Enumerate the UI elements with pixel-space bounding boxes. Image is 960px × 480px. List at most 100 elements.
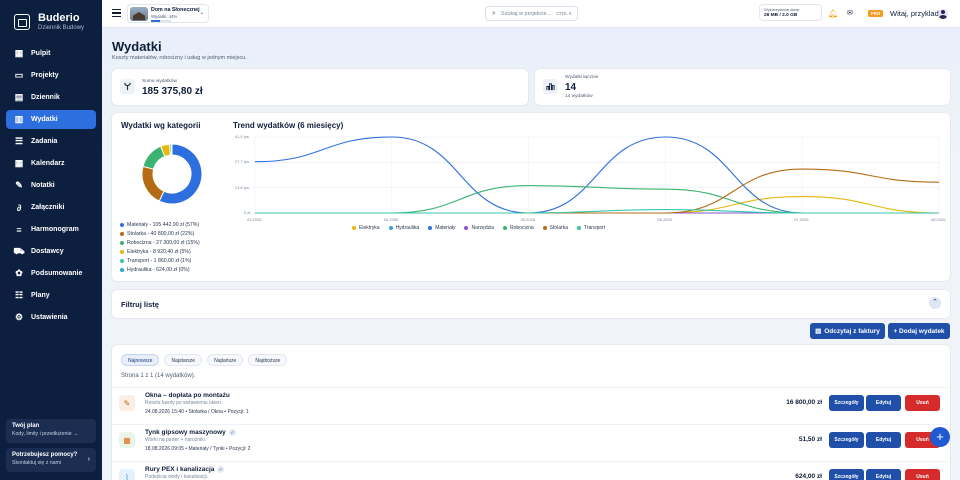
category-legend-label: Stolarka - 40 800,00 zł (22%) — [127, 231, 195, 237]
sort-tab-0[interactable]: Najnowsze — [121, 354, 160, 366]
search-input[interactable]: ⌕ Szukaj w projekcie... CTRL K — [485, 6, 578, 21]
y-tick-label: 0 zł — [243, 210, 250, 215]
search-placeholder: Szukaj w projekcie... — [501, 11, 552, 17]
sidebar-item-3[interactable]: ▥ Wydatki — [6, 110, 96, 129]
details-button[interactable]: Szczegóły — [829, 432, 864, 448]
category-legend-label: Elektryka - 8 920,40 zł (5%) — [127, 249, 191, 255]
trend-legend-label: Narzędzia — [471, 225, 494, 231]
brand[interactable]: Buderio Dziennik Budowy — [14, 12, 84, 32]
sidebar-item-5[interactable]: ▦ Kalendarz — [6, 154, 96, 173]
y-tick-label: 13,8 tys. — [234, 184, 250, 190]
table-row[interactable]: ✎ Okna – dopłata po montażu Reszta kwoty p… — [112, 387, 948, 424]
trend-legend-item[interactable]: Robocizna — [503, 225, 534, 231]
sidebar-item-label: Dostawcy — [31, 248, 64, 255]
sidebar-item-2[interactable]: ▤ Dziennik — [6, 88, 96, 107]
tasks-icon: ☰ — [14, 136, 24, 146]
legend-dot — [388, 225, 393, 230]
sidebar-item-label: Harmonogram — [31, 226, 79, 233]
sort-tab-1[interactable]: Najstarsze — [164, 354, 203, 366]
legend-dot — [576, 225, 581, 230]
expense-title-wrap: Tynk gipsowy maszynowy ✓ — [145, 429, 236, 436]
trend-series-2 — [254, 136, 939, 214]
help-card[interactable]: Potrzebujesz pomocy? Skontaktuj się z na… — [6, 448, 96, 472]
details-button[interactable]: Szczegóły — [829, 469, 864, 480]
bell-icon[interactable]: 🔔︎ — [828, 9, 838, 18]
charts-card: Wydatki wg kategorii Materiały - 105 442… — [112, 113, 950, 281]
trend-chart-title: Trend wydatków (6 miesięcy) — [233, 121, 344, 130]
sidebar-item-label: Kalendarz — [31, 160, 65, 167]
sidebar-item-6[interactable]: ✎ Notatki — [6, 176, 96, 195]
legend-dot — [120, 240, 124, 245]
x-tick-label: 08.2026 — [931, 217, 946, 222]
add-fab-button[interactable]: + — [930, 427, 950, 447]
plan-card[interactable]: Twój plan Kody, limity i przedłużenie → — [6, 419, 96, 443]
trend-legend-item[interactable]: Materiały — [428, 225, 455, 231]
edit-button[interactable]: Edytuj — [866, 395, 901, 411]
plan-subtitle: Kody, limity i przedłużenie → — [12, 431, 79, 437]
trend-legend: Elektryka Hydraulika Materiały Narzędzia Rob… — [352, 225, 605, 231]
storage-value: 26 MB / 2.0 GB — [764, 13, 798, 18]
help-subtitle: Skontaktuj się z nami — [12, 460, 62, 466]
trend-legend-item[interactable]: Hydraulika — [388, 225, 420, 231]
edit-button[interactable]: Edytuj — [866, 432, 901, 448]
category-legend-item: Stolarka - 40 800,00 zł (22%) — [120, 230, 200, 239]
menu-icon[interactable] — [112, 9, 121, 17]
search-icon: ⌕ — [492, 10, 496, 17]
add-expense-button[interactable]: + Dodaj wydatek — [888, 323, 950, 339]
scan-invoice-label: Odczytaj z faktury — [824, 327, 880, 335]
sidebar-item-4[interactable]: ☰ Zadania — [6, 132, 96, 151]
sidebar-item-10[interactable]: ✿ Podsumowanie — [6, 264, 96, 283]
sidebar-item-label: Dziennik — [31, 94, 60, 101]
sidebar-item-1[interactable]: ▭ Projekty — [6, 66, 96, 85]
legend-dot — [464, 225, 469, 230]
sum-value: 185 375,80 zł — [142, 86, 203, 97]
avatar[interactable] — [938, 9, 948, 19]
details-button[interactable]: Szczegóły — [829, 395, 864, 411]
schedule-icon: ≡ — [16, 224, 22, 235]
search-shortcut: CTRL K — [556, 11, 572, 16]
delete-button[interactable]: Usuń — [905, 395, 940, 411]
table-row[interactable]: ▦ Tynk gipsowy maszynowy ✓ Worki na parter … — [112, 424, 948, 461]
delete-button[interactable]: Usuń — [905, 469, 940, 480]
add-expense-label: + Dodaj wydatek — [893, 327, 945, 335]
project-switcher[interactable]: Dom na Słonecznej Wydatki: 44% ⌄ — [127, 4, 209, 23]
trend-legend-label: Transport — [583, 225, 606, 231]
trend-legend-item[interactable]: Elektryka — [352, 225, 380, 231]
trend-legend-item[interactable]: Transport — [576, 225, 606, 231]
sort-tabs: Najnowsze Najstarsze Najtańsze Najdroższe — [121, 354, 288, 366]
sidebar-item-0[interactable]: ▦ Pulpit — [6, 44, 96, 63]
sort-tab-3[interactable]: Najdroższe — [248, 354, 288, 366]
trend-legend-item[interactable]: Narzędzia — [464, 225, 494, 231]
user-greeting[interactable]: Witaj, przyklad — [890, 9, 939, 18]
paperclip-icon: ∂ — [16, 202, 22, 213]
sidebar-item-9[interactable]: ⛟ Dostawcy — [6, 242, 96, 261]
legend-dot — [352, 225, 356, 230]
edit-button[interactable]: Edytuj — [866, 469, 901, 480]
trend-legend-label: Robocizna — [510, 225, 534, 231]
mail-icon[interactable]: ✉ — [847, 9, 853, 17]
trend-legend-label: Hydraulika — [395, 225, 420, 231]
trend-legend-item[interactable]: Stolarka — [542, 225, 568, 231]
trend-legend-label: Materiały — [435, 225, 456, 231]
trend-legend-label: Elektryka — [359, 225, 380, 231]
sidebar-item-12[interactable]: ⚙ Ustawienia — [6, 308, 96, 327]
check-icon: ✓ — [217, 466, 225, 473]
donut-slice-1[interactable] — [141, 165, 165, 202]
sidebar-item-11[interactable]: ☷ Plany — [6, 286, 96, 305]
sidebar-item-8[interactable]: ≡ Harmonogram — [6, 220, 96, 239]
plan-title: Twój plan — [12, 423, 40, 429]
donut-slice-5[interactable] — [170, 143, 173, 156]
expense-amount: 16 800,00 zł — [786, 399, 822, 406]
table-row[interactable]: ⌇ Rury PEX i kanalizacja ✓ Podejścia wody i… — [112, 461, 948, 480]
chevron-down-icon: ⌄ — [199, 10, 204, 16]
legend-dot — [120, 267, 124, 272]
trend-series-0 — [254, 195, 940, 214]
x-tick-label: 04.2026 — [383, 217, 399, 222]
sidebar-item-label: Projekty — [31, 72, 59, 79]
sort-tab-2[interactable]: Najtańsze — [207, 354, 244, 366]
chevron-up-icon[interactable]: ⌃ — [929, 297, 941, 309]
scan-invoice-button[interactable]: ▤ Odczytaj z faktury — [810, 323, 885, 339]
sidebar-item-7[interactable]: ∂ Załączniki — [6, 198, 96, 217]
filter-card[interactable]: Filtruj listę ⌃ — [112, 290, 950, 318]
page-subtitle: Koszty materiałów, robocizny i usług w j… — [112, 55, 247, 61]
